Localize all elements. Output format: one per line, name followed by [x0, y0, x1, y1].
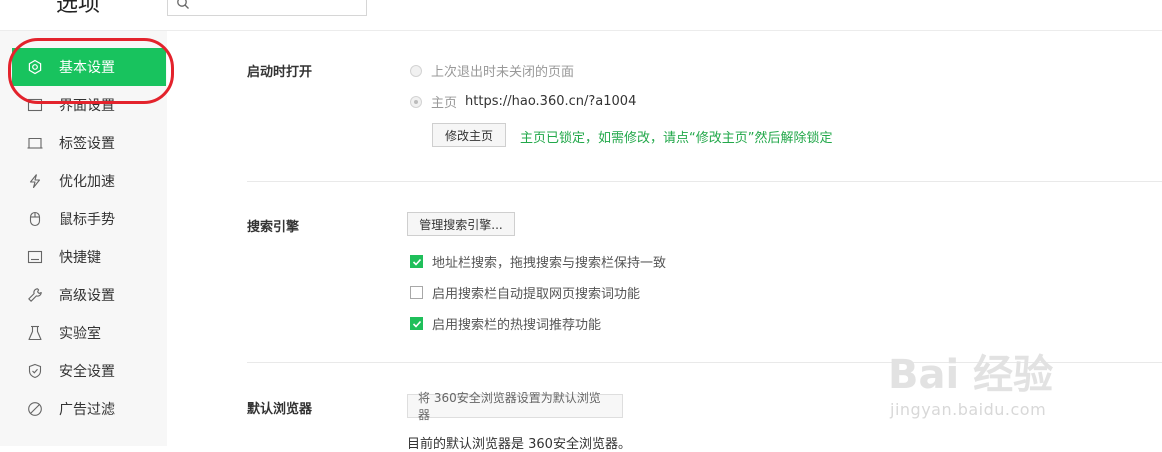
search-icon [176, 0, 190, 14]
sidebar-item-label: 快捷键 [59, 250, 101, 266]
sidebar-item-label: 广告过滤 [59, 402, 115, 418]
sidebar-item-label: 高级设置 [59, 288, 115, 304]
checkbox[interactable] [410, 317, 423, 330]
top-bar: 选项 [0, 0, 1162, 31]
sidebar-item-label: 实验室 [59, 326, 101, 342]
mouse-icon [26, 210, 44, 228]
block-icon [26, 400, 44, 418]
search-engine-label: 搜索引擎 [247, 220, 300, 235]
checkbox-sync-search[interactable]: 地址栏搜索，拖拽搜索与搜索栏保持一致 [410, 252, 666, 271]
sidebar-item-basic-settings[interactable]: 基本设置 [12, 48, 166, 86]
watermark-logo-text: Bai 经验 [888, 352, 1054, 398]
sidebar-item-interface[interactable]: 界面设置 [12, 86, 166, 124]
flask-icon [26, 324, 44, 342]
sidebar-item-label: 优化加速 [59, 174, 115, 190]
default-browser-label: 默认浏览器 [247, 402, 313, 417]
settings-icon [26, 58, 44, 76]
radio-label: 主页 [431, 96, 458, 111]
sidebar-item-optimize[interactable]: 优化加速 [12, 162, 166, 200]
divider [247, 181, 1162, 182]
modify-homepage-button[interactable]: 修改主页 [432, 123, 506, 147]
default-browser-status: 目前的默认浏览器是 360安全浏览器。 [407, 437, 631, 452]
sidebar-item-adblock[interactable]: 广告过滤 [12, 390, 166, 428]
baidu-jingyan-watermark: Bai 经验 jingyan.baidu.com [888, 342, 1053, 419]
radio-button[interactable] [410, 64, 422, 77]
startup-label: 启动时打开 [247, 65, 313, 80]
sidebar-item-tabs[interactable]: 标签设置 [12, 124, 166, 162]
sidebar-item-shortcuts[interactable]: 快捷键 [12, 238, 166, 276]
radio-homepage[interactable]: 主页 https://hao.360.cn/?a1004 [410, 92, 636, 111]
shield-icon [26, 362, 44, 380]
radio-last-session[interactable]: 上次退出时未关闭的页面 [410, 61, 574, 80]
sidebar-item-label: 标签设置 [59, 136, 115, 152]
homepage-lock-hint: 主页已锁定，如需修改，请点“修改主页”然后解除锁定 [520, 131, 833, 146]
search-input[interactable] [167, 0, 367, 16]
set-default-browser-button[interactable]: 将 360安全浏览器设置为默认浏览器 [407, 391, 623, 422]
sidebar-item-label: 鼠标手势 [59, 212, 115, 228]
sidebar-item-label: 界面设置 [59, 98, 115, 114]
watermark-url: jingyan.baidu.com [890, 400, 1047, 419]
sidebar-item-mouse-gesture[interactable]: 鼠标手势 [12, 200, 166, 238]
check-icon [412, 258, 421, 266]
checkbox-auto-extract[interactable]: 启用搜索栏自动提取网页搜索词功能 [410, 283, 640, 302]
checkbox-label: 启用搜索栏的热搜词推荐功能 [432, 318, 602, 333]
manage-search-engines-button[interactable]: 管理搜索引擎... [407, 212, 515, 236]
sidebar-item-label: 安全设置 [59, 364, 115, 380]
homepage-url: https://hao.360.cn/?a1004 [465, 94, 637, 109]
sidebar-item-security[interactable]: 安全设置 [12, 352, 166, 390]
radio-label: 上次退出时未关闭的页面 [431, 65, 575, 80]
checkbox-label: 地址栏搜索，拖拽搜索与搜索栏保持一致 [432, 256, 667, 271]
radio-button[interactable] [410, 95, 422, 108]
wrench-icon [26, 286, 44, 304]
divider [247, 362, 1162, 363]
check-icon [412, 320, 421, 328]
sidebar-item-advanced[interactable]: 高级设置 [12, 276, 166, 314]
tab-icon [26, 134, 44, 152]
shortcut-icon [26, 248, 44, 266]
sidebar-item-label: 基本设置 [59, 60, 115, 76]
page-title: 选项 [56, 0, 101, 17]
checkbox-hot-words[interactable]: 启用搜索栏的热搜词推荐功能 [410, 314, 601, 333]
interface-icon [26, 96, 44, 114]
sidebar-item-lab[interactable]: 实验室 [12, 314, 166, 352]
checkbox[interactable] [410, 255, 423, 268]
checkbox-label: 启用搜索栏自动提取网页搜索词功能 [432, 287, 641, 302]
checkbox[interactable] [410, 286, 423, 299]
lightning-icon [26, 172, 44, 190]
